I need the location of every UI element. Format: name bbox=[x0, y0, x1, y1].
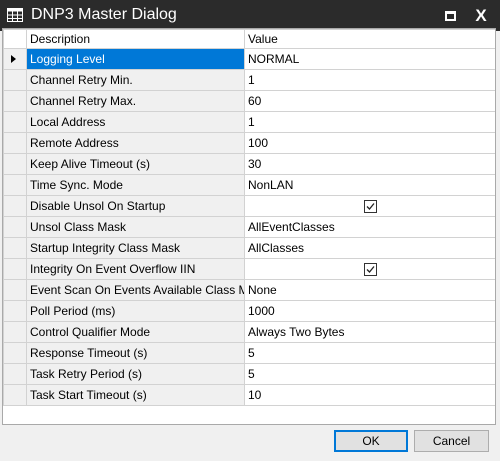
table-row[interactable]: Poll Period (ms) 1000 bbox=[3, 300, 495, 322]
property-label[interactable]: Channel Retry Min. bbox=[26, 69, 245, 91]
row-header[interactable] bbox=[3, 237, 27, 259]
row-header[interactable] bbox=[3, 216, 27, 238]
property-value[interactable]: AllEventClasses bbox=[244, 216, 495, 238]
table-row[interactable]: Logging Level NORMAL bbox=[3, 48, 495, 70]
close-button[interactable]: X bbox=[466, 0, 496, 31]
row-header[interactable] bbox=[3, 258, 27, 280]
title-bar[interactable]: DNP3 Master Dialog X bbox=[0, 0, 500, 31]
property-value[interactable]: 30 bbox=[244, 153, 495, 175]
property-value[interactable]: None bbox=[244, 279, 495, 301]
dnp3-master-dialog: DNP3 Master Dialog X Description Value L… bbox=[0, 0, 500, 461]
table-row[interactable]: Channel Retry Max. 60 bbox=[3, 90, 495, 112]
row-header[interactable] bbox=[3, 195, 27, 217]
table-row[interactable]: Integrity On Event Overflow IIN bbox=[3, 258, 495, 280]
property-label[interactable]: Local Address bbox=[26, 111, 245, 133]
row-header[interactable] bbox=[3, 111, 27, 133]
property-label[interactable]: Disable Unsol On Startup bbox=[26, 195, 245, 217]
row-header[interactable] bbox=[3, 384, 27, 406]
table-row[interactable]: Channel Retry Min. 1 bbox=[3, 69, 495, 91]
grid-app-icon bbox=[7, 7, 23, 23]
property-value[interactable]: AllClasses bbox=[244, 237, 495, 259]
property-label[interactable]: Response Timeout (s) bbox=[26, 342, 245, 364]
checkbox[interactable] bbox=[364, 200, 377, 214]
column-header-value[interactable]: Value bbox=[244, 29, 495, 49]
row-header[interactable] bbox=[3, 90, 27, 112]
table-row[interactable]: Time Sync. Mode NonLAN bbox=[3, 174, 495, 196]
row-header[interactable] bbox=[3, 69, 27, 91]
property-value[interactable]: 1 bbox=[244, 69, 495, 91]
property-value[interactable]: Always Two Bytes bbox=[244, 321, 495, 343]
property-value[interactable]: 1 bbox=[244, 111, 495, 133]
row-header[interactable] bbox=[3, 174, 27, 196]
property-label[interactable]: Task Start Timeout (s) bbox=[26, 384, 245, 406]
table-row[interactable]: Unsol Class Mask AllEventClasses bbox=[3, 216, 495, 238]
property-label[interactable]: Remote Address bbox=[26, 132, 245, 154]
property-label[interactable]: Logging Level bbox=[26, 48, 245, 70]
close-icon: X bbox=[475, 5, 487, 25]
current-row-arrow-icon bbox=[11, 55, 16, 63]
row-header[interactable] bbox=[3, 48, 27, 70]
window-title: DNP3 Master Dialog bbox=[31, 6, 177, 23]
table-row[interactable]: Disable Unsol On Startup bbox=[3, 195, 495, 217]
property-label[interactable]: Keep Alive Timeout (s) bbox=[26, 153, 245, 175]
table-row[interactable]: Local Address 1 bbox=[3, 111, 495, 133]
row-header[interactable] bbox=[3, 363, 27, 385]
property-label[interactable]: Poll Period (ms) bbox=[26, 300, 245, 322]
property-value[interactable]: NORMAL bbox=[244, 48, 495, 70]
property-label[interactable]: Unsol Class Mask bbox=[26, 216, 245, 238]
table-row[interactable]: Response Timeout (s) 5 bbox=[3, 342, 495, 364]
maximize-button[interactable] bbox=[435, 0, 465, 31]
table-row[interactable]: Task Start Timeout (s) 10 bbox=[3, 384, 495, 406]
property-grid[interactable]: Description Value Logging Level NORMAL Cha… bbox=[2, 28, 496, 425]
row-header[interactable] bbox=[3, 132, 27, 154]
property-checkbox-cell[interactable] bbox=[244, 258, 495, 280]
row-header[interactable] bbox=[3, 153, 27, 175]
column-header-description[interactable]: Description bbox=[26, 29, 245, 49]
property-label[interactable]: Channel Retry Max. bbox=[26, 90, 245, 112]
table-row[interactable]: Keep Alive Timeout (s) 30 bbox=[3, 153, 495, 175]
row-header[interactable] bbox=[3, 342, 27, 364]
row-header-corner bbox=[3, 29, 27, 49]
property-value[interactable]: 5 bbox=[244, 342, 495, 364]
property-value[interactable]: NonLAN bbox=[244, 174, 495, 196]
property-value[interactable]: 100 bbox=[244, 132, 495, 154]
table-row[interactable]: Event Scan On Events Available Class Mas… bbox=[3, 279, 495, 301]
property-label[interactable]: Startup Integrity Class Mask bbox=[26, 237, 245, 259]
maximize-icon bbox=[444, 10, 456, 21]
row-header[interactable] bbox=[3, 279, 27, 301]
table-row[interactable]: Task Retry Period (s) 5 bbox=[3, 363, 495, 385]
property-value[interactable]: 1000 bbox=[244, 300, 495, 322]
table-row[interactable]: Remote Address 100 bbox=[3, 132, 495, 154]
cancel-button[interactable]: Cancel bbox=[414, 430, 489, 452]
property-value[interactable]: 5 bbox=[244, 363, 495, 385]
row-header[interactable] bbox=[3, 321, 27, 343]
property-value[interactable]: 60 bbox=[244, 90, 495, 112]
property-checkbox-cell[interactable] bbox=[244, 195, 495, 217]
property-label[interactable]: Event Scan On Events Available Class Mas… bbox=[26, 279, 245, 301]
property-value[interactable]: 10 bbox=[244, 384, 495, 406]
row-header[interactable] bbox=[3, 300, 27, 322]
checkbox[interactable] bbox=[364, 263, 377, 277]
table-row[interactable]: Startup Integrity Class Mask AllClasses bbox=[3, 237, 495, 259]
table-row[interactable]: Control Qualifier Mode Always Two Bytes bbox=[3, 321, 495, 343]
property-label[interactable]: Control Qualifier Mode bbox=[26, 321, 245, 343]
property-label[interactable]: Task Retry Period (s) bbox=[26, 363, 245, 385]
property-label[interactable]: Time Sync. Mode bbox=[26, 174, 245, 196]
ok-button[interactable]: OK bbox=[334, 430, 408, 452]
property-label[interactable]: Integrity On Event Overflow IIN bbox=[26, 258, 245, 280]
grid-header-row: Description Value bbox=[3, 29, 495, 49]
